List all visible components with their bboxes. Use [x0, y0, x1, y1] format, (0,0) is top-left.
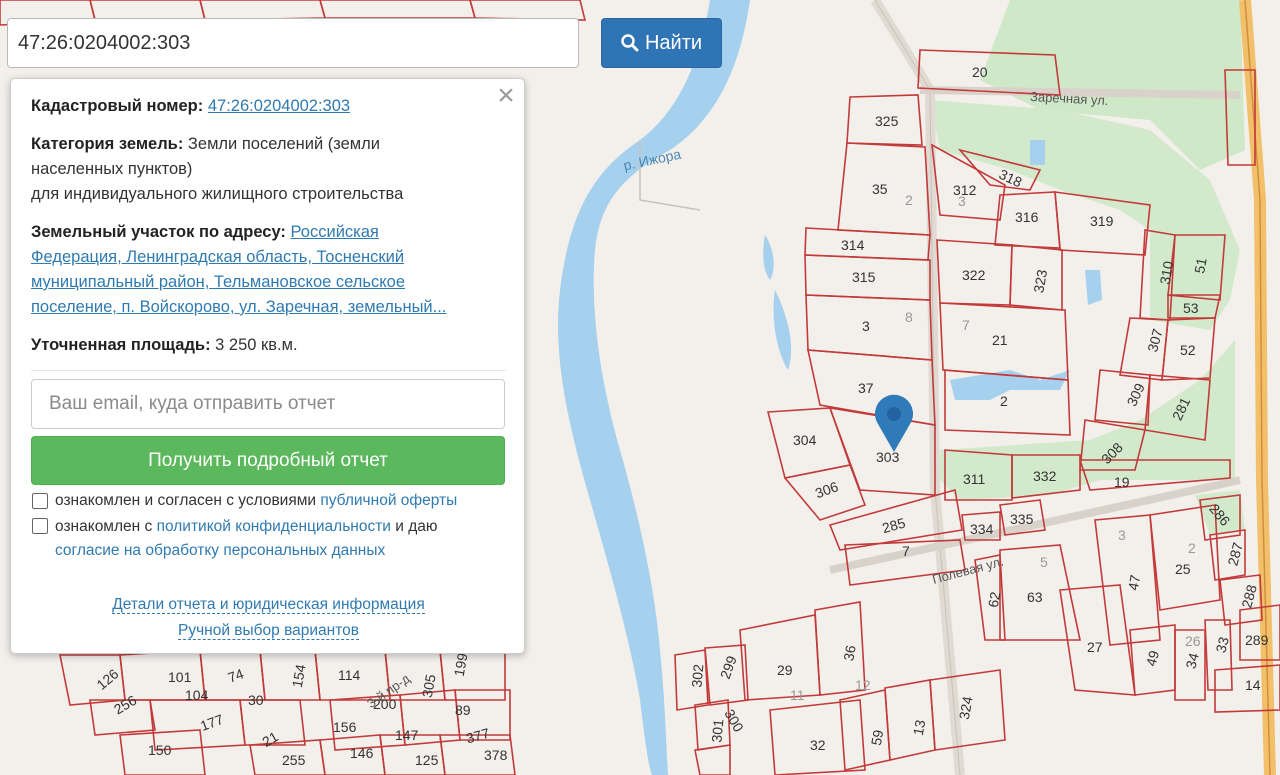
svg-text:302: 302: [688, 663, 706, 688]
svg-text:2: 2: [1000, 393, 1008, 409]
cadastral-row: Кадастровый номер: 47:26:0204002:303: [31, 94, 491, 119]
get-report-button[interactable]: Получить подробный отчет: [31, 436, 505, 485]
close-icon[interactable]: ×: [495, 81, 517, 111]
search-input[interactable]: [7, 18, 579, 68]
manual-selection-link[interactable]: Ручной выбор вариантов: [11, 622, 526, 640]
category-label: Категория земель:: [31, 135, 184, 153]
svg-text:47: 47: [1125, 573, 1143, 591]
public-offer-link[interactable]: публичной оферты: [320, 492, 457, 509]
svg-text:12: 12: [855, 677, 871, 693]
svg-text:89: 89: [455, 702, 471, 718]
svg-text:316: 316: [1015, 209, 1039, 225]
svg-text:25: 25: [1175, 561, 1191, 577]
svg-text:301: 301: [708, 718, 726, 743]
svg-text:3: 3: [862, 318, 870, 334]
svg-text:378: 378: [484, 747, 508, 763]
svg-text:52: 52: [1180, 342, 1196, 358]
details-link[interactable]: Детали отчета и юридическая информация: [11, 596, 526, 614]
svg-text:51: 51: [1191, 256, 1209, 274]
category-purpose: для индивидуального жилищного строительс…: [31, 185, 404, 203]
svg-text:325: 325: [875, 113, 899, 129]
svg-text:7: 7: [962, 317, 970, 333]
address-link-line4[interactable]: поселение, п. Войскорово, ул. Заречная, …: [31, 298, 446, 316]
svg-text:63: 63: [1027, 589, 1043, 605]
cadastral-label: Кадастровый номер:: [31, 97, 204, 115]
svg-text:289: 289: [1245, 632, 1269, 648]
category-row: Категория земель: Земли поселений (земли…: [31, 132, 491, 207]
svg-text:303: 303: [876, 449, 900, 465]
svg-text:14: 14: [1245, 677, 1261, 693]
svg-text:11: 11: [790, 687, 805, 703]
privacy-checkbox[interactable]: [32, 518, 48, 534]
svg-text:332: 332: [1033, 468, 1057, 484]
search-button-label: Найти: [644, 31, 703, 54]
svg-text:27: 27: [1087, 639, 1103, 655]
svg-text:7: 7: [902, 543, 910, 559]
offer-consent-text: ознакомлен и согласен с условиями публич…: [55, 492, 458, 509]
svg-text:104: 104: [185, 687, 209, 703]
svg-text:32: 32: [810, 737, 826, 753]
address-link-line1[interactable]: Российская: [291, 223, 379, 241]
divider: [31, 370, 506, 371]
get-report-button-label: Получить подробный отчет: [148, 449, 388, 471]
address-label: Земельный участок по адресу:: [31, 223, 286, 241]
svg-text:36: 36: [840, 644, 858, 662]
svg-text:304: 304: [793, 432, 817, 448]
svg-text:13: 13: [910, 718, 928, 736]
cadastral-number-link[interactable]: 47:26:0204002:303: [208, 97, 350, 115]
svg-text:146: 146: [350, 745, 374, 761]
svg-text:255: 255: [282, 752, 306, 768]
svg-text:26: 26: [1185, 633, 1201, 649]
svg-text:29: 29: [777, 662, 793, 678]
svg-text:21: 21: [992, 332, 1008, 348]
svg-text:8: 8: [905, 309, 913, 325]
svg-text:334: 334: [970, 521, 994, 537]
area-value: 3 250 кв.м.: [215, 336, 298, 354]
personal-data-consent-link[interactable]: согласие на обработку персональных данны…: [55, 542, 385, 559]
svg-text:62: 62: [985, 590, 1003, 608]
svg-text:319: 319: [1090, 213, 1114, 229]
offer-checkbox[interactable]: [32, 493, 48, 509]
svg-text:150: 150: [148, 742, 172, 758]
email-field[interactable]: [31, 379, 505, 429]
category-value-line2: населенных пунктов): [31, 160, 193, 178]
svg-text:59: 59: [868, 728, 886, 746]
parcel-info-popup: × Кадастровый номер: 47:26:0204002:303 К…: [10, 78, 525, 654]
svg-text:2: 2: [1188, 540, 1196, 556]
area-row: Уточненная площадь: 3 250 кв.м.: [31, 333, 491, 358]
search-icon: [621, 34, 639, 52]
svg-text:2: 2: [905, 192, 913, 208]
address-link-line3[interactable]: муниципальный район, Тельмановское сельс…: [31, 273, 405, 291]
privacy-consent-text: ознакомлен с политикой конфиденциальност…: [55, 518, 438, 559]
svg-text:37: 37: [858, 380, 874, 396]
svg-text:3: 3: [958, 193, 966, 209]
svg-text:322: 322: [962, 267, 986, 283]
category-value-line1: Земли поселений (земли: [187, 135, 381, 153]
svg-text:335: 335: [1010, 511, 1034, 527]
svg-text:3: 3: [1118, 527, 1126, 543]
svg-text:5: 5: [1040, 554, 1048, 570]
svg-text:114: 114: [338, 667, 361, 683]
svg-text:30: 30: [248, 692, 264, 708]
svg-text:125: 125: [415, 752, 439, 768]
svg-text:314: 314: [841, 237, 865, 253]
svg-text:156: 156: [333, 719, 357, 735]
privacy-policy-link[interactable]: политикой конфиденциальности: [157, 518, 391, 535]
svg-text:35: 35: [872, 181, 888, 197]
svg-text:147: 147: [395, 727, 419, 743]
svg-text:19: 19: [1114, 474, 1130, 490]
svg-text:53: 53: [1183, 300, 1199, 316]
svg-text:101: 101: [168, 669, 192, 685]
address-row: Земельный участок по адресу: Российская …: [31, 220, 491, 320]
svg-text:315: 315: [852, 269, 876, 285]
address-link-line2[interactable]: Федерация, Ленинградская область, Тоснен…: [31, 248, 404, 266]
svg-text:311: 311: [963, 471, 986, 487]
svg-text:20: 20: [972, 64, 988, 80]
search-button[interactable]: Найти: [601, 18, 722, 68]
area-label: Уточненная площадь:: [31, 336, 211, 354]
